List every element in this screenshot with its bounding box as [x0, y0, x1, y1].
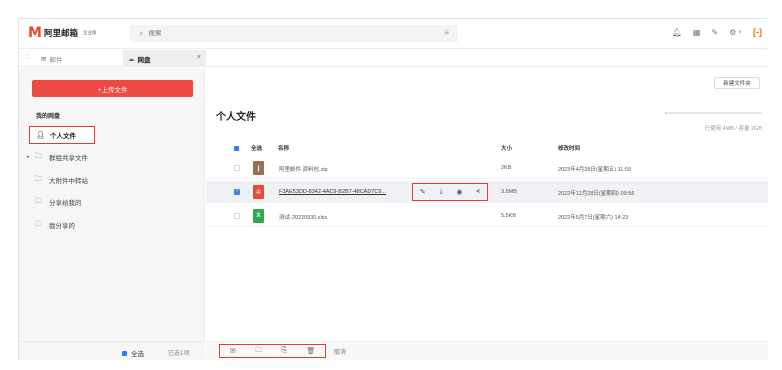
file-row[interactable]: X 测试-20220930.xlsx 5.5KB 2022年5月7日(星期六) … — [206, 205, 768, 227]
app-window: M 阿里邮箱 企业版 ⌕ ≡ 🔔︎ ▦ ✎ ⚙ ∨ [-] ∷ ✉ 邮件 ☁ — [18, 18, 768, 360]
calendar-icon[interactable]: ▦ — [693, 28, 701, 37]
file-size: 2KB — [501, 165, 512, 171]
settings-menu[interactable]: ⚙ ∨ — [729, 28, 742, 37]
page-title: 个人文件 — [216, 112, 256, 123]
edition-badge: 企业版 — [82, 30, 97, 35]
tab-label: 网盘 — [137, 56, 151, 64]
tab-bar: ∷ ✉ 邮件 ☁ 网盘 × — [19, 50, 768, 67]
logo-name: 阿里邮箱 — [43, 28, 78, 38]
checkbox-icon — [122, 350, 127, 356]
pen-icon[interactable]: ✎ — [711, 28, 718, 37]
file-row[interactable]: ❙ 阿里邮件.资料包.zip 2KB 2023年4月28日(星期五) 11:59 — [206, 157, 768, 179]
storage-usage-text: 已使用 4MB / 容量 2GB — [704, 126, 762, 132]
file-name[interactable]: 阿里邮件.资料包.zip — [279, 165, 328, 173]
file-name[interactable]: F3AE53DD-8342-4AC9-B2B7-48CAD7C9... — [279, 189, 386, 195]
logo-mark: M — [28, 25, 42, 41]
tab-mail[interactable]: ✉ 邮件 — [41, 50, 62, 67]
sidebar-item-label: 分享给我的 — [49, 200, 82, 207]
file-size: 5.5KB — [501, 213, 516, 219]
sidebar-item-shared-with-me[interactable]: 🗀︎ 分享给我的 — [27, 193, 197, 211]
zip-file-icon: ❙ — [253, 161, 264, 175]
expand-arrow-icon[interactable]: ▸ — [27, 154, 35, 160]
folder-icon: 🗀︎ — [35, 220, 42, 228]
close-icon[interactable]: × — [197, 54, 201, 61]
header-select-all-label[interactable]: 全选 — [251, 144, 262, 152]
aliyun-brand-icon[interactable]: [-] — [753, 27, 762, 37]
bulk-action-group: ✉ 🗀︎ ⎘ 🗑︎ — [219, 344, 326, 358]
tab-label: 邮件 — [49, 56, 63, 64]
sidebar-item-my-shares[interactable]: 🗀︎ 我分享的 — [27, 216, 197, 234]
column-header-modified[interactable]: 修改时间 — [558, 144, 580, 152]
file-row-selected[interactable]: ✓ ✇ F3AE53DD-8342-4AC9-B2B7-48CAD7C9... … — [206, 181, 768, 203]
file-name[interactable]: 测试-20220930.xlsx — [279, 213, 327, 221]
folder-icon: 🗀︎ — [35, 197, 42, 205]
search-input[interactable] — [148, 30, 429, 37]
folder-icon: 🗀︎ — [35, 152, 42, 160]
cloud-icon: ☁ — [128, 55, 135, 63]
folder-icon: 🗀︎ — [35, 175, 42, 183]
excel-file-icon: X — [253, 209, 264, 223]
download-icon[interactable]: ⤓ — [439, 188, 442, 196]
sidebar-item-personal-files[interactable]: 👤︎ 个人文件 — [29, 126, 95, 144]
file-modified: 2023年4月28日(星期五) 11:59 — [558, 167, 631, 173]
upload-button[interactable]: +上传文件 — [32, 80, 193, 97]
gear-icon: ⚙ — [729, 27, 737, 37]
row-checkbox[interactable] — [234, 213, 240, 219]
pdf-file-icon: ✇ — [253, 185, 264, 199]
sidebar-item-label: 大附件中转站 — [49, 178, 88, 185]
file-modified: 2022年12月28日(星期四) 09:56 — [558, 191, 635, 197]
check-icon: ✓ — [235, 188, 240, 194]
main-panel: 新建文件夹 个人文件 已使用 4MB / 容量 2GB 全选 名称 大小 修改时… — [206, 68, 768, 360]
new-folder-button[interactable]: 新建文件夹 — [714, 77, 760, 89]
copy-icon[interactable]: ⎘ — [281, 347, 287, 355]
edit-icon[interactable]: ✎ — [420, 188, 426, 196]
preview-icon[interactable]: ◉ — [456, 188, 462, 196]
bell-icon[interactable]: 🔔︎ — [672, 28, 682, 37]
logo[interactable]: M 阿里邮箱 企业版 — [28, 26, 96, 40]
filter-icon[interactable]: ≡ — [444, 28, 449, 37]
mail-icon: ✉ — [41, 55, 47, 63]
chevron-down-icon: ∨ — [738, 29, 742, 35]
send-mail-icon[interactable]: ✉ — [230, 347, 236, 355]
cancel-button[interactable]: 取消 — [334, 347, 346, 356]
search-box[interactable]: ⌕ ≡ — [130, 25, 458, 42]
column-header-name[interactable]: 名称 — [278, 144, 289, 152]
bulk-action-bar: ✉ 🗀︎ ⎘ 🗑︎ 取消 — [206, 341, 768, 360]
row-checkbox[interactable] — [234, 165, 240, 171]
file-size: 3.5MB — [501, 189, 517, 195]
selected-count: 已选1项 — [168, 351, 190, 357]
top-bar: M 阿里邮箱 企业版 ⌕ ≡ 🔔︎ ▦ ✎ ⚙ ∨ [-] — [19, 19, 768, 49]
select-all-checkbox[interactable]: 全选 — [122, 348, 144, 358]
sidebar: +上传文件 我的网盘 👤︎ 个人文件 ▸ 🗀︎ 群组共享文件 🗀︎ 大附件中转站… — [19, 68, 205, 360]
row-checkbox[interactable]: ✓ — [234, 188, 240, 195]
apps-grid-icon[interactable]: ∷ — [25, 53, 30, 61]
sidebar-item-group-shared[interactable]: ▸ 🗀︎ 群组共享文件 — [27, 148, 197, 166]
selection-footer: 全选 已选1项 — [19, 341, 205, 360]
table-header: 全选 名称 大小 修改时间 — [206, 140, 768, 156]
sidebar-section-title: 我的网盘 — [36, 114, 61, 120]
sidebar-item-label: 个人文件 — [50, 133, 76, 140]
storage-progress-fill — [665, 112, 666, 114]
search-icon: ⌕ — [139, 28, 144, 38]
sidebar-item-large-attachments[interactable]: 🗀︎ 大附件中转站 — [27, 171, 197, 189]
delete-icon[interactable]: 🗑︎ — [306, 347, 315, 355]
sidebar-item-label: 群组共享文件 — [49, 155, 88, 162]
user-icon: 👤︎ — [36, 132, 45, 139]
tab-netdisk[interactable]: ☁ 网盘 × — [123, 50, 206, 67]
header-select-all-checkbox[interactable] — [234, 146, 239, 151]
share-icon[interactable]: ⪪ — [476, 188, 480, 196]
row-action-group: ✎ ⤓ ◉ ⪪ — [412, 183, 488, 201]
storage-progress-bar — [665, 112, 762, 114]
sidebar-item-label: 我分享的 — [49, 223, 75, 230]
column-header-size[interactable]: 大小 — [501, 144, 512, 152]
toolbar-icons: 🔔︎ ▦ ✎ ⚙ ∨ [-] — [672, 27, 762, 37]
file-modified: 2022年5月7日(星期六) 14:23 — [558, 215, 629, 221]
select-all-label: 全选 — [131, 351, 144, 358]
move-icon[interactable]: 🗀︎ — [255, 346, 262, 357]
